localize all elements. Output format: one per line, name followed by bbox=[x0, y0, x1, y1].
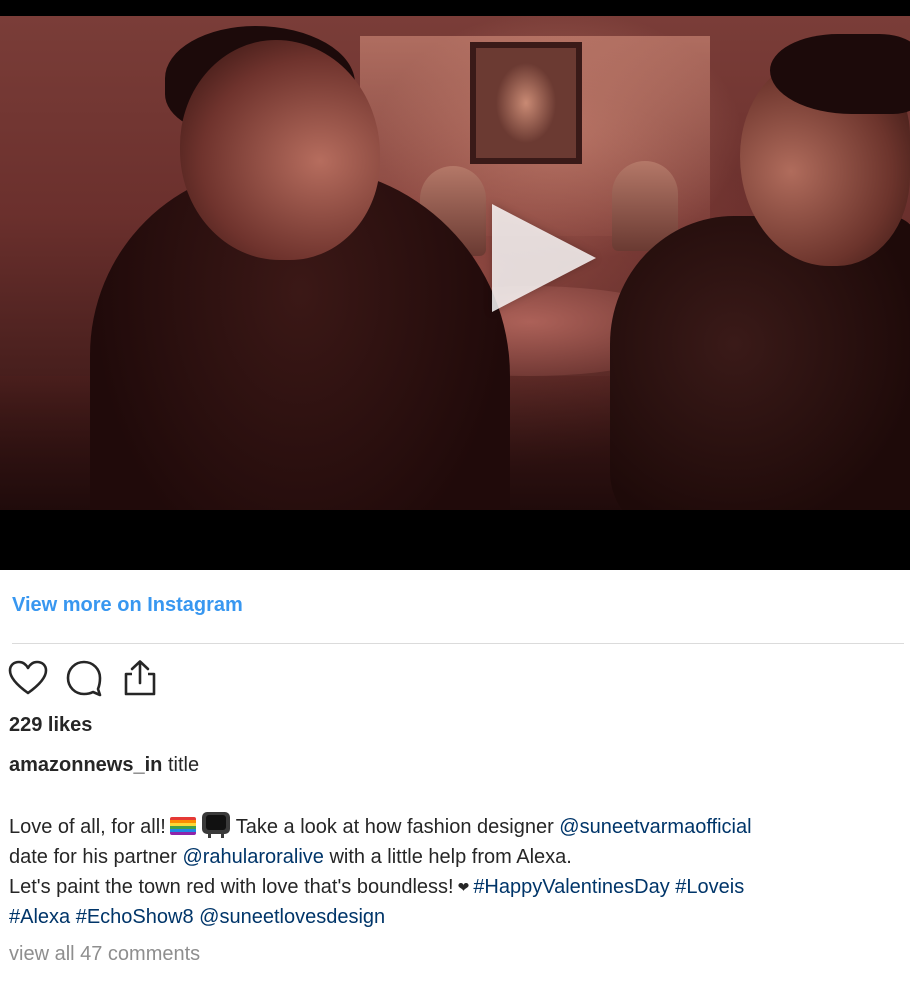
caption-text: Let's paint the town red with love that'… bbox=[9, 876, 454, 898]
television-emoji bbox=[201, 812, 230, 838]
hashtag-link[interactable]: #HappyValentinesDay bbox=[473, 876, 669, 898]
caption-text: Love of all, for all! bbox=[9, 816, 166, 838]
share-icon[interactable] bbox=[120, 658, 160, 698]
hashtag-link[interactable]: #Alexa bbox=[9, 906, 70, 928]
rainbow-flag-emoji bbox=[169, 817, 196, 835]
person-right bbox=[610, 216, 910, 510]
view-more-on-instagram-link[interactable]: View more on Instagram bbox=[12, 594, 243, 617]
video-player[interactable] bbox=[0, 0, 910, 570]
video-thumbnail bbox=[0, 16, 910, 510]
background-painting bbox=[470, 42, 582, 164]
caption-line-1: Love of all, for all! Take a look at how … bbox=[9, 812, 909, 842]
play-icon[interactable] bbox=[492, 204, 596, 312]
caption-line-2: date for his partner @rahularoralive wit… bbox=[9, 842, 909, 872]
author-line: amazonnews_in title bbox=[9, 754, 199, 777]
mention-link[interactable]: @suneetvarmaofficial bbox=[559, 816, 751, 838]
author-suffix: title bbox=[167, 754, 200, 776]
divider bbox=[12, 643, 904, 644]
caption-line-4: #Alexa #EchoShow8 @suneetlovesdesign bbox=[9, 902, 909, 932]
hashtag-link[interactable]: #EchoShow8 bbox=[76, 906, 194, 928]
heart-emoji: ❤ bbox=[457, 879, 470, 895]
hashtag-link[interactable]: #Loveis bbox=[675, 876, 744, 898]
caption-text: date for his partner bbox=[9, 846, 177, 868]
caption-line-3: Let's paint the town red with love that'… bbox=[9, 872, 909, 902]
view-all-comments-link[interactable]: view all 47 comments bbox=[9, 943, 200, 966]
comment-icon[interactable] bbox=[64, 658, 104, 698]
mention-link[interactable]: @rahularoralive bbox=[182, 846, 323, 868]
mention-link[interactable]: @suneetlovesdesign bbox=[199, 906, 385, 928]
author-username[interactable]: amazonnews_in bbox=[9, 754, 162, 776]
caption-text: with a little help from Alexa. bbox=[329, 846, 572, 868]
heart-icon[interactable] bbox=[8, 658, 48, 698]
post-caption: Love of all, for all! Take a look at how … bbox=[9, 812, 909, 932]
caption-text: Take a look at how fashion designer bbox=[235, 816, 554, 838]
post-actions bbox=[8, 656, 176, 700]
likes-count[interactable]: 229 likes bbox=[9, 714, 92, 737]
